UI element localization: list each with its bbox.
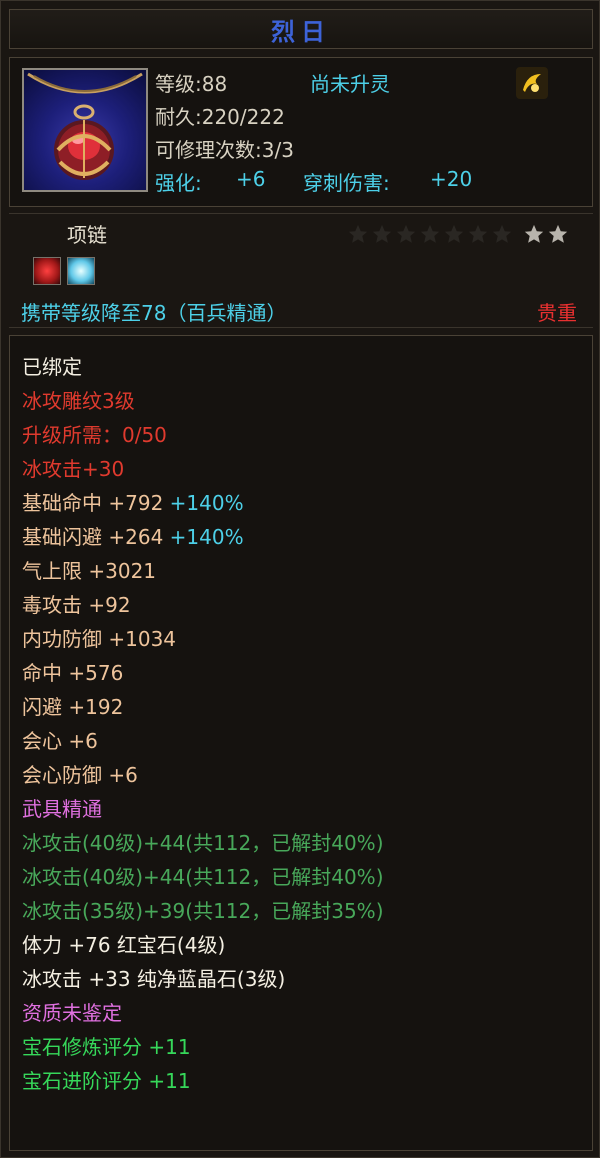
stat-line: 会心防御 +6 — [22, 763, 138, 787]
item-tooltip: 烈日 等级:88 尚未升灵 耐久:220/222 可修理次数:3/3 强化: +… — [0, 0, 600, 1158]
star-icon — [396, 224, 416, 243]
gem-advance-score: 宝石进阶评分 +11 — [22, 1069, 191, 1093]
divider — [9, 327, 593, 328]
pierce-label: 穿刺伤害: — [303, 171, 390, 195]
pierce-value: +20 — [430, 167, 473, 191]
item-header-panel: 等级:88 尚未升灵 耐久:220/222 可修理次数:3/3 强化: +6 穿… — [9, 57, 593, 207]
title-bar: 烈日 — [9, 9, 593, 49]
red-gem-socket-icon[interactable] — [33, 257, 61, 285]
level-text: 等级:88 — [155, 72, 228, 96]
engrave-line: 冰攻雕纹3级 — [22, 389, 135, 413]
star-icon — [548, 224, 568, 243]
star-icon — [524, 224, 544, 243]
mastery-line: 冰攻击(40级)+44(共112，已解封40%) — [22, 865, 384, 889]
mastery-line: 冰攻击(35级)+39(共112，已解封35%) — [22, 899, 384, 923]
gem-refine-score: 宝石修炼评分 +11 — [22, 1035, 191, 1059]
blue-crystal-socket-icon[interactable] — [67, 257, 95, 285]
base-hit-pct: +140% — [169, 491, 244, 515]
stat-line: 命中 +576 — [22, 661, 124, 685]
stat-line: 冰攻击+30 — [22, 457, 125, 481]
stat-line: 闪避 +192 — [22, 695, 124, 719]
stat-line: 气上限 +3021 — [22, 559, 157, 583]
stat-line: 内功防御 +1034 — [22, 627, 177, 651]
star-rating — [347, 223, 569, 245]
red-gem-amulet-icon[interactable] — [22, 68, 148, 192]
star-icon — [348, 224, 368, 243]
bound-status: 已绑定 — [22, 355, 82, 379]
repair-count-text: 可修理次数:3/3 — [155, 138, 294, 162]
item-type: 项链 — [67, 223, 107, 247]
item-name: 烈日 — [271, 17, 331, 46]
stat-line: 基础闪避 +264 +140% — [22, 520, 384, 554]
durability-text: 耐久:220/222 — [155, 105, 285, 129]
golden-rune-icon[interactable] — [515, 66, 549, 100]
gem-stat-line: 体力 +76 红宝石(4级) — [22, 933, 226, 957]
rarity-label: 贵重 — [537, 301, 577, 325]
base-hit-label: 基础命中 +792 — [22, 491, 164, 515]
base-dodge-label: 基础闪避 +264 — [22, 525, 164, 549]
mastery-heading: 武具精通 — [22, 797, 102, 821]
mastery-line: 冰攻击(40级)+44(共112，已解封40%) — [22, 831, 384, 855]
star-icon — [372, 224, 392, 243]
upgrade-requirement: 升级所需：0/50 — [22, 423, 167, 447]
stat-line: 会心 +6 — [22, 729, 98, 753]
divider — [9, 213, 593, 214]
aptitude-status: 资质未鉴定 — [22, 1001, 122, 1025]
enhance-value: +6 — [236, 167, 266, 191]
stat-list: 已绑定 冰攻雕纹3级 升级所需：0/50 冰攻击+30 基础命中 +792 +1… — [22, 350, 384, 1098]
stat-line: 基础命中 +792 +140% — [22, 486, 384, 520]
spirit-status: 尚未升灵 — [310, 72, 390, 96]
base-dodge-pct: +140% — [169, 525, 244, 549]
carry-level-text: 携带等级降至78（百兵精通） — [21, 301, 287, 325]
star-icon — [444, 224, 464, 243]
stat-line: 毒攻击 +92 — [22, 593, 131, 617]
enhance-label: 强化: — [155, 171, 202, 195]
gem-stat-line: 冰攻击 +33 纯净蓝晶石(3级) — [22, 967, 286, 991]
star-icon — [420, 224, 440, 243]
star-icon — [492, 224, 512, 243]
stats-panel: 已绑定 冰攻雕纹3级 升级所需：0/50 冰攻击+30 基础命中 +792 +1… — [9, 335, 593, 1151]
star-icon — [468, 224, 488, 243]
